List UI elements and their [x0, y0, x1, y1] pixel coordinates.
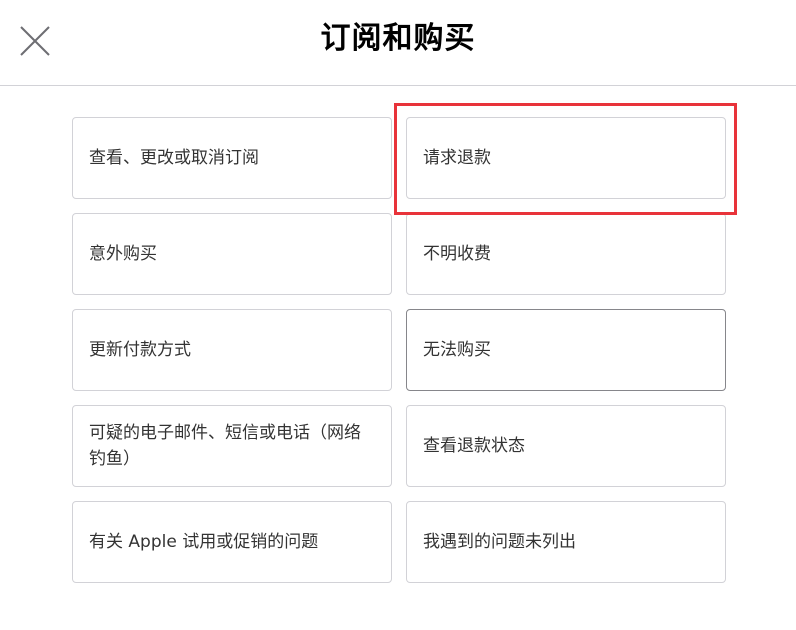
option-view-change-cancel-subscription[interactable]: 查看、更改或取消订阅: [72, 117, 392, 199]
header: 订阅和购买: [0, 0, 796, 86]
option-phishing[interactable]: 可疑的电子邮件、短信或电话（网络钓鱼）: [72, 405, 392, 487]
options-grid: 查看、更改或取消订阅 请求退款 意外购买 不明收费 更新付款方式 无法购买 可疑…: [72, 117, 726, 583]
page-title: 订阅和购买: [320, 21, 476, 56]
option-accidental-purchase[interactable]: 意外购买: [72, 213, 392, 295]
option-cannot-purchase[interactable]: 无法购买: [406, 309, 726, 391]
option-check-refund-status[interactable]: 查看退款状态: [406, 405, 726, 487]
option-unknown-charge[interactable]: 不明收费: [406, 213, 726, 295]
option-request-refund[interactable]: 请求退款: [406, 117, 726, 199]
option-apple-trial-promo[interactable]: 有关 Apple 试用或促销的问题: [72, 501, 392, 583]
option-issue-not-listed[interactable]: 我遇到的问题未列出: [406, 501, 726, 583]
option-update-payment-method[interactable]: 更新付款方式: [72, 309, 392, 391]
